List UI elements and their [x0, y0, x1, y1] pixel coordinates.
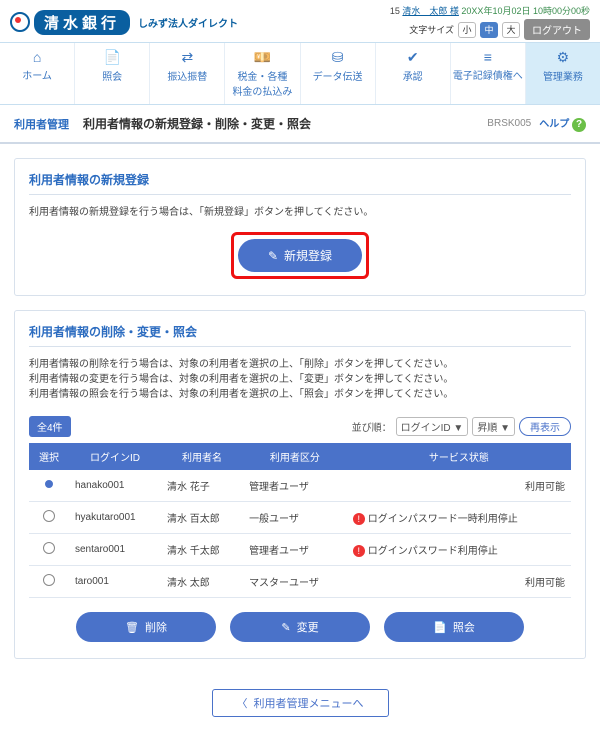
col-login: ログインID [69, 443, 161, 470]
manage-desc-view: 利用者情報の照会を行う場合は、対象の利用者を選択の上、「照会」ボタンを押してくだ… [29, 387, 571, 402]
cell-login: sentaro001 [69, 534, 161, 566]
logout-button[interactable]: ログアウト [524, 19, 590, 40]
user-table: 選択 ログインID 利用者名 利用者区分 サービス状態 hanako001清水 … [29, 443, 571, 598]
cell-role: 管理者ユーザ [243, 534, 347, 566]
cell-login: taro001 [69, 566, 161, 598]
table-row: hanako001清水 花子管理者ユーザ利用可能 [29, 470, 571, 502]
home-icon: ⌂ [2, 49, 72, 65]
row-radio[interactable] [43, 574, 55, 586]
chevron-left-icon: 〈 [237, 695, 248, 711]
cell-role: 一般ユーザ [243, 502, 347, 534]
view-button[interactable]: 📄照会 [384, 612, 524, 642]
cell-status: 利用可能 [347, 566, 571, 598]
table-row: sentaro001清水 千太郎管理者ユーザ!ログインパスワード利用停止 [29, 534, 571, 566]
warning-icon: ! [353, 545, 365, 557]
col-status: サービス状態 [347, 443, 571, 470]
cell-role: マスターユーザ [243, 566, 347, 598]
cell-name: 清水 千太郎 [161, 534, 243, 566]
table-row: hyakutaro001清水 百太郎一般ユーザ!ログインパスワード一時利用停止 [29, 502, 571, 534]
register-title: 利用者情報の新規登録 [29, 171, 571, 195]
trash-icon: 🗑 [125, 621, 139, 634]
doc-icon: 📄 [77, 49, 147, 66]
col-select: 選択 [29, 443, 69, 470]
data-icon: ⛁ [303, 49, 373, 66]
font-medium-button[interactable]: 中 [480, 22, 498, 38]
nav-transfer[interactable]: ⇄振込振替 [149, 43, 224, 104]
row-radio[interactable] [43, 510, 55, 522]
logo-mark-icon [10, 12, 30, 32]
font-large-button[interactable]: 大 [502, 22, 520, 38]
nav-approve[interactable]: ✔承認 [375, 43, 450, 104]
cell-name: 清水 花子 [161, 470, 243, 502]
manage-panel: 利用者情報の削除・変更・照会 利用者情報の削除を行う場合は、対象の利用者を選択の… [14, 310, 586, 659]
pencil-icon: ✎ [281, 621, 290, 634]
cell-login: hyakutaro001 [69, 502, 161, 534]
page-title: 利用者情報の新規登録・削除・変更・照会 [83, 115, 311, 132]
sort-dir-select[interactable]: 昇順 ▼ [472, 417, 515, 436]
refresh-button[interactable]: 再表示 [519, 417, 571, 436]
bank-logo: 清水銀行 [10, 10, 130, 35]
table-row: taro001清水 太郎マスターユーザ利用可能 [29, 566, 571, 598]
check-icon: ✔ [378, 49, 448, 66]
cell-name: 清水 百太郎 [161, 502, 243, 534]
cell-name: 清水 太郎 [161, 566, 243, 598]
cell-status: !ログインパスワード利用停止 [347, 534, 571, 566]
col-role: 利用者区分 [243, 443, 347, 470]
register-highlight: ✎ 新規登録 [231, 232, 369, 279]
manage-desc-edit: 利用者情報の変更を行う場合は、対象の利用者を選択の上、「変更」ボタンを押してくだ… [29, 372, 571, 387]
cell-status: 利用可能 [347, 470, 571, 502]
screen-code: BRSK005 [487, 118, 531, 129]
nav-inquiry[interactable]: 📄照会 [74, 43, 149, 104]
densai-icon: ≡ [453, 49, 523, 65]
help-link[interactable]: ヘルプ ? [539, 115, 586, 132]
pencil-icon: ✎ [268, 249, 278, 263]
cell-login: hanako001 [69, 470, 161, 502]
sort-label: 並び順： [352, 419, 392, 434]
help-icon: ? [572, 118, 586, 132]
back-button[interactable]: 〈 利用者管理メニューへ [212, 689, 389, 717]
global-nav: ⌂ホーム 📄照会 ⇄振込振替 💴税金・各種 料金の払込み ⛁データ伝送 ✔承認 … [0, 42, 600, 105]
timestamp: 20XX年10月02日 10時00分00秒 [461, 6, 590, 16]
register-desc: 利用者情報の新規登録を行う場合は、「新規登録」ボタンを押してください。 [29, 205, 571, 220]
cell-status: !ログインパスワード一時利用停止 [347, 502, 571, 534]
row-radio[interactable] [45, 480, 53, 488]
nav-tax[interactable]: 💴税金・各種 料金の払込み [224, 43, 299, 104]
sub-brand: しみず法人ダイレクト [138, 15, 238, 30]
new-register-button[interactable]: ✎ 新規登録 [238, 239, 362, 272]
count-badge: 全4件 [29, 416, 71, 437]
row-radio[interactable] [43, 542, 55, 554]
font-small-button[interactable]: 小 [458, 22, 476, 38]
nav-admin[interactable]: ⚙管理業務 [525, 43, 600, 104]
manage-desc-delete: 利用者情報の削除を行う場合は、対象の利用者を選択の上、「削除」ボタンを押してくだ… [29, 357, 571, 372]
edit-button[interactable]: ✎変更 [230, 612, 370, 642]
transfer-icon: ⇄ [152, 49, 222, 66]
nav-home[interactable]: ⌂ホーム [0, 43, 74, 104]
doc-icon: 📄 [433, 621, 447, 634]
col-name: 利用者名 [161, 443, 243, 470]
nav-data[interactable]: ⛁データ伝送 [300, 43, 375, 104]
font-size-label: 文字サイズ [409, 23, 454, 36]
cell-role: 管理者ユーザ [243, 470, 347, 502]
sort-field-select[interactable]: ログインID ▼ [396, 417, 469, 436]
user-prefix: 15 [390, 6, 400, 16]
nav-densai[interactable]: ≡電子記録債権へ [450, 43, 525, 104]
register-panel: 利用者情報の新規登録 利用者情報の新規登録を行う場合は、「新規登録」ボタンを押し… [14, 158, 586, 296]
bank-name: 清水銀行 [34, 10, 130, 35]
breadcrumb-category: 利用者管理 [14, 116, 69, 132]
user-name-link[interactable]: 清水 太郎 様 [402, 6, 459, 16]
warning-icon: ! [353, 513, 365, 525]
delete-button[interactable]: 🗑削除 [76, 612, 216, 642]
tax-icon: 💴 [227, 49, 297, 66]
manage-title: 利用者情報の削除・変更・照会 [29, 323, 571, 347]
admin-icon: ⚙ [528, 49, 598, 66]
